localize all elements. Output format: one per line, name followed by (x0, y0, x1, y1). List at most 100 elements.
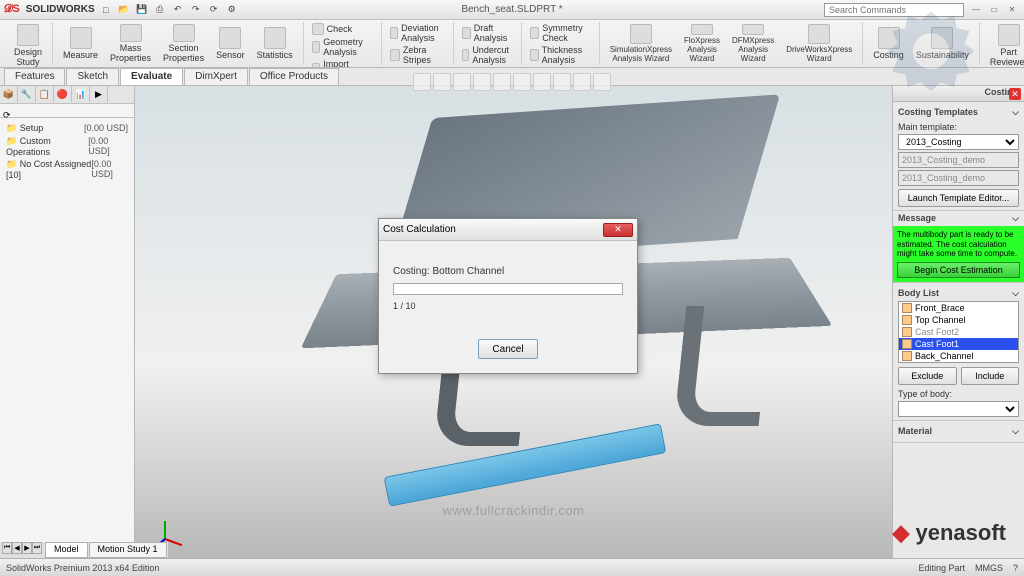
tab-nav-prev-icon[interactable]: ◀ (12, 542, 22, 554)
view-triad (150, 511, 182, 543)
design-study-button[interactable]: Design Study (8, 22, 48, 68)
minimize-icon[interactable]: — (968, 4, 984, 16)
open-icon[interactable]: 📂 (117, 3, 131, 17)
cost-tree: 📁 Setup[0.00 USD] 📁 Custom Operations[0.… (0, 118, 134, 185)
costing-button[interactable]: Costing (867, 22, 910, 65)
fm-tab-6[interactable]: ▶ (90, 86, 108, 102)
display-style-icon[interactable] (513, 73, 531, 91)
check-button[interactable]: Check (308, 22, 378, 36)
zoom-fit-icon[interactable] (413, 73, 431, 91)
import-diagnostics-button[interactable]: Import Diagnostics (308, 58, 378, 68)
fm-tab-4[interactable]: 🔴 (54, 86, 72, 102)
collapse-icon[interactable]: ⌵ (1012, 288, 1019, 299)
include-button[interactable]: Include (961, 367, 1020, 385)
feature-manager-panel: 📦 🔧 📋 🔴 📊 ▶ ⟳ 📁 Setup[0.00 USD] 📁 Custom… (0, 86, 135, 558)
tab-nav-next-icon[interactable]: ▶ (22, 542, 32, 554)
maximize-icon[interactable]: ▭ (986, 4, 1002, 16)
progress-bar (393, 283, 623, 295)
deviation-analysis-button[interactable]: Deviation Analysis (386, 22, 449, 44)
view-orient-icon[interactable] (493, 73, 511, 91)
document-title: Bench_seat.SLDPRT * (461, 4, 562, 15)
cancel-button[interactable]: Cancel (478, 339, 538, 359)
tab-nav-first-icon[interactable]: ⏮ (2, 542, 12, 554)
mass-properties-button[interactable]: Mass Properties (104, 22, 157, 65)
tree-row-custom-ops[interactable]: 📁 Custom Operations[0.00 USD] (4, 135, 130, 158)
type-of-body-label: Type of body: (898, 389, 1019, 399)
status-units[interactable]: MMGS (975, 563, 1003, 573)
begin-cost-estimation-button[interactable]: Begin Cost Estimation (897, 262, 1020, 278)
launch-template-editor-button[interactable]: Launch Template Editor... (898, 189, 1019, 207)
draft-analysis-button[interactable]: Draft Analysis (458, 22, 518, 44)
geometry-analysis-button[interactable]: Geometry Analysis (308, 36, 378, 58)
body-list-item-selected[interactable]: Cast Foot1 (899, 338, 1018, 350)
new-icon[interactable]: □ (99, 3, 113, 17)
thickness-analysis-button[interactable]: Thickness Analysis (526, 44, 595, 66)
material-section-title: Material (898, 426, 932, 437)
tree-row-setup[interactable]: 📁 Setup[0.00 USD] (4, 122, 130, 135)
sensor-button[interactable]: Sensor (210, 22, 251, 65)
undercut-analysis-button[interactable]: Undercut Analysis (458, 44, 518, 66)
apply-scene-icon[interactable] (573, 73, 591, 91)
tab-evaluate[interactable]: Evaluate (120, 68, 183, 85)
fm-tab-1[interactable]: 📦 (0, 86, 18, 102)
costing-pane-title: Costing (893, 86, 1024, 102)
type-of-body-select[interactable] (898, 401, 1019, 417)
edit-appearance-icon[interactable] (553, 73, 571, 91)
dialog-title-text: Cost Calculation (383, 224, 456, 235)
floxpress-button[interactable]: FloXpress Analysis Wizard (678, 22, 726, 65)
fm-tab-3[interactable]: 📋 (36, 86, 54, 102)
options-icon[interactable]: ⚙ (225, 3, 239, 17)
sustainability-button[interactable]: Sustainability (910, 22, 975, 65)
save-icon[interactable]: 💾 (135, 3, 149, 17)
fm-tab-2[interactable]: 🔧 (18, 86, 36, 102)
dfmxpress-button[interactable]: DFMXpress Analysis Wizard (726, 22, 780, 65)
body-list-title: Body List (898, 288, 939, 299)
redo-icon[interactable]: ↷ (189, 3, 203, 17)
part-reviewer-button[interactable]: Part Reviewer (984, 22, 1024, 68)
quick-access-toolbar: □ 📂 💾 ⎙ ↶ ↷ ⟳ ⚙ (99, 3, 239, 17)
zoom-area-icon[interactable] (433, 73, 451, 91)
tab-nav-last-icon[interactable]: ⏭ (32, 542, 42, 554)
prev-view-icon[interactable] (453, 73, 471, 91)
dialog-close-button[interactable]: ✕ (603, 223, 633, 237)
tab-office-products[interactable]: Office Products (249, 68, 339, 85)
collapse-icon[interactable]: ⌵ (1012, 426, 1019, 437)
fm-tab-5[interactable]: 📊 (72, 86, 90, 102)
collapse-icon[interactable]: ⌵ (1012, 107, 1019, 118)
section-properties-button[interactable]: Section Properties (157, 22, 210, 65)
watermark-text: www.fullcrackindir.com (443, 503, 585, 518)
print-icon[interactable]: ⎙ (153, 3, 167, 17)
body-list-item[interactable]: Top Channel (899, 314, 1018, 326)
simulationxpress-button[interactable]: SimulationXpress Analysis Wizard (604, 22, 678, 65)
driveworks-button[interactable]: DriveWorksXpress Wizard (780, 22, 858, 65)
bottom-tab-model[interactable]: Model (45, 542, 88, 558)
section-view-icon[interactable] (473, 73, 491, 91)
zebra-stripes-button[interactable]: Zebra Stripes (386, 44, 449, 66)
bottom-tab-motion-study[interactable]: Motion Study 1 (89, 542, 167, 558)
message-section-title: Message (898, 213, 936, 224)
close-icon[interactable]: ✕ (1004, 4, 1020, 16)
yenasoft-logo: ◆ yenasoft (892, 520, 1006, 546)
template-item-2 (898, 170, 1019, 186)
tab-sketch[interactable]: Sketch (66, 68, 119, 85)
tab-dimxpert[interactable]: DimXpert (184, 68, 248, 85)
body-list-item[interactable]: Cast Foot2 (899, 326, 1018, 338)
rebuild-icon[interactable]: ⟳ (207, 3, 221, 17)
search-input[interactable] (824, 3, 964, 17)
ribbon: Design Study Measure Mass Properties Sec… (0, 20, 1024, 68)
statistics-button[interactable]: Statistics (251, 22, 299, 65)
view-settings-icon[interactable] (593, 73, 611, 91)
body-list-item[interactable]: Back_Channel (899, 350, 1018, 362)
main-template-select[interactable]: 2013_Costing (898, 134, 1019, 150)
tab-features[interactable]: Features (4, 68, 65, 85)
exclude-button[interactable]: Exclude (898, 367, 957, 385)
task-pane-close-icon[interactable]: ✕ (1009, 88, 1021, 100)
tree-row-no-cost[interactable]: 📁 No Cost Assigned [10][0.00 USD] (4, 158, 130, 181)
measure-button[interactable]: Measure (57, 22, 104, 65)
undo-icon[interactable]: ↶ (171, 3, 185, 17)
status-help-icon[interactable]: ? (1013, 563, 1018, 573)
hide-show-icon[interactable] (533, 73, 551, 91)
collapse-icon[interactable]: ⌵ (1012, 213, 1019, 224)
symmetry-check-button[interactable]: Symmetry Check (526, 22, 595, 44)
body-list-item[interactable]: Front_Brace (899, 302, 1018, 314)
